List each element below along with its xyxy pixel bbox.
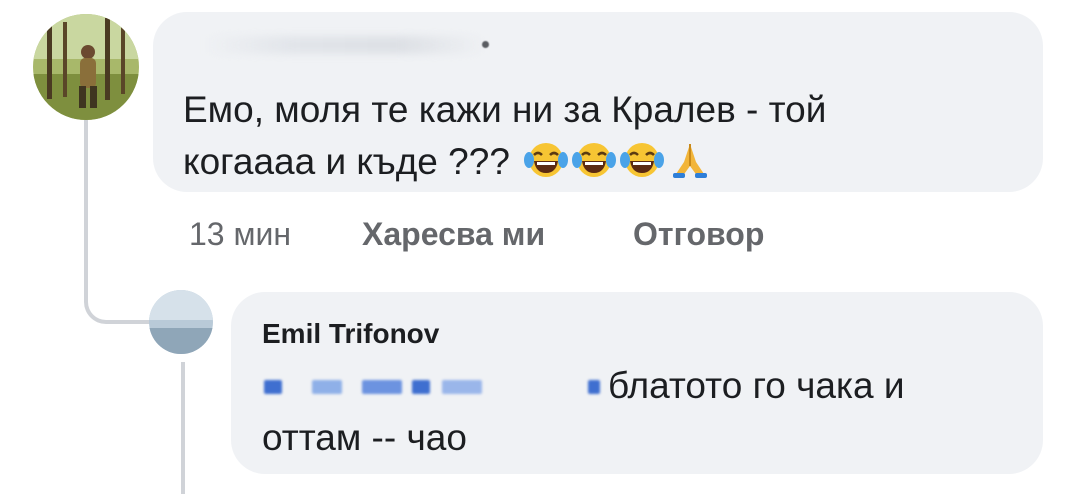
commenter-avatar[interactable]: [33, 14, 139, 120]
reply-text: блатото го чака и оттам -- чао: [262, 360, 1022, 464]
reply-author-name[interactable]: Emil Trifonov: [262, 318, 439, 350]
thread-connector-lower: [181, 362, 185, 494]
folded-hands-icon: [668, 140, 712, 194]
redacted-text: [262, 372, 602, 402]
tears-of-joy-icon: [620, 140, 665, 194]
thread-connector: [84, 120, 154, 324]
reply-button[interactable]: Отговор: [633, 216, 764, 253]
tears-of-joy-icon: [572, 140, 617, 194]
comment-text-line-2: когаааа и къде ???: [183, 136, 1003, 194]
like-button[interactable]: Харесва ми: [362, 216, 545, 253]
comment-text: Емо, моля те кажи ни за Кралев - той ког…: [183, 84, 1003, 194]
tears-of-joy-icon: [524, 140, 569, 194]
redaction-mark: [482, 41, 489, 48]
comment-text-line-2-text: когаааа и къде ???: [183, 141, 510, 182]
commenter-name-redacted[interactable]: [205, 36, 485, 54]
comment-text-line-1: Емо, моля те кажи ни за Кралев - той: [183, 89, 827, 130]
comment-timestamp[interactable]: 13 мин: [189, 216, 291, 253]
reply-text-line-2: оттам -- чао: [262, 417, 467, 458]
reply-author-avatar[interactable]: [149, 290, 213, 354]
reply-text-line-1-text: блатото го чака и: [608, 365, 905, 406]
reply-text-line-1: блатото го чака и: [262, 360, 1022, 412]
